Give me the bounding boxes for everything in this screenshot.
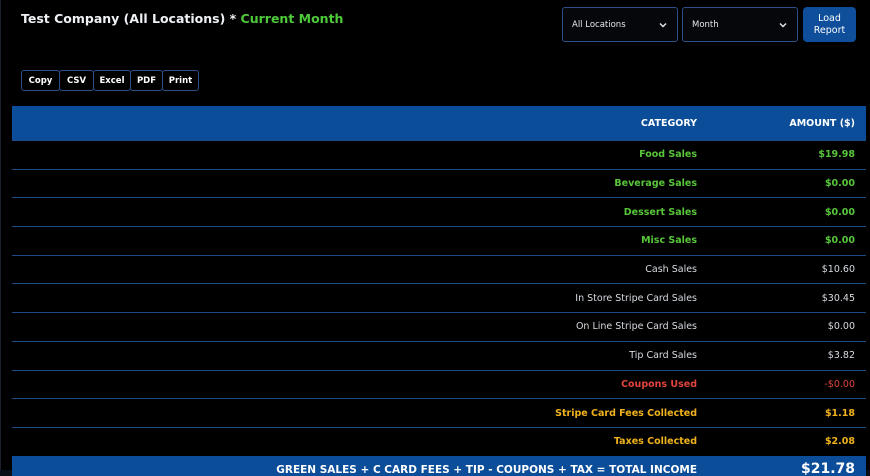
title-period: Current Month [240,11,344,26]
total-formula-label: GREEN SALES + C CARD FEES + TIP - COUPON… [276,463,697,476]
row-category: Taxes Collected [613,436,697,448]
row-category: Beverage Sales [614,178,697,190]
row-amount: $0.00 [824,206,855,218]
chevron-down-icon [779,23,787,28]
table-row: Food Sales $19.98 [12,140,866,169]
load-report-button[interactable]: Load Report [803,7,856,42]
title-main: Test Company (All Locations) * [21,11,237,26]
table-row: Misc Sales $0.00 [12,226,866,255]
row-category: Dessert Sales [623,206,697,218]
csv-button[interactable]: CSV [59,70,94,91]
row-category: Tip Card Sales [629,350,697,362]
row-amount: $1.18 [824,407,855,419]
row-amount: -$0.00 [824,378,855,390]
row-amount: $0.00 [824,235,855,247]
table-row: Beverage Sales $0.00 [12,168,866,198]
copy-button[interactable]: Copy [21,70,60,91]
row-amount: $2.08 [824,436,855,448]
row-amount: $0.00 [827,321,855,333]
excel-button[interactable]: Excel [93,70,131,91]
table-footer-total: GREEN SALES + C CARD FEES + TIP - COUPON… [12,455,866,476]
row-amount: $3.82 [827,350,855,362]
table-row: Cash Sales $10.60 [12,254,866,284]
period-select[interactable]: Month [682,7,798,42]
row-amount: $19.98 [818,149,855,161]
table-row: Tip Card Sales $3.82 [12,340,866,370]
period-select-value: Month [692,19,719,30]
row-amount: $10.60 [821,264,855,276]
row-category: Coupons Used [621,378,697,390]
print-button[interactable]: Print [162,70,199,91]
table-header: CATEGORY AMOUNT ($) [12,106,866,140]
table-row: Stripe Card Fees Collected $1.18 [12,398,866,427]
export-toolbar: Copy CSV Excel PDF Print [21,70,199,91]
row-category: In Store Stripe Card Sales [575,292,697,304]
location-select-value: All Locations [572,19,626,30]
table-row: Taxes Collected $2.08 [12,426,866,456]
row-category: On Line Stripe Card Sales [575,321,697,333]
pdf-button[interactable]: PDF [130,70,163,91]
row-amount: $30.45 [821,292,855,304]
column-header-category[interactable]: CATEGORY [12,118,697,129]
table-row: On Line Stripe Card Sales $0.00 [12,312,866,341]
table-row: In Store Stripe Card Sales $30.45 [12,283,866,312]
row-category: Stripe Card Fees Collected [555,407,697,419]
table-row: Dessert Sales $0.00 [12,197,866,226]
report-panel: Test Company (All Locations) * Current M… [0,0,870,476]
location-select[interactable]: All Locations [562,7,678,42]
table-row: Coupons Used -$0.00 [12,369,866,399]
page-title: Test Company (All Locations) * Current M… [21,11,343,26]
row-category: Cash Sales [645,264,697,276]
total-income-amount: $21.78 [800,460,855,476]
row-category: Misc Sales [641,235,697,247]
column-header-amount[interactable]: AMOUNT ($) [697,118,866,129]
row-category: Food Sales [639,149,697,161]
chevron-down-icon [659,23,667,28]
row-amount: $0.00 [824,178,855,190]
income-table: CATEGORY AMOUNT ($) Food Sales $19.98 Be… [12,106,866,476]
